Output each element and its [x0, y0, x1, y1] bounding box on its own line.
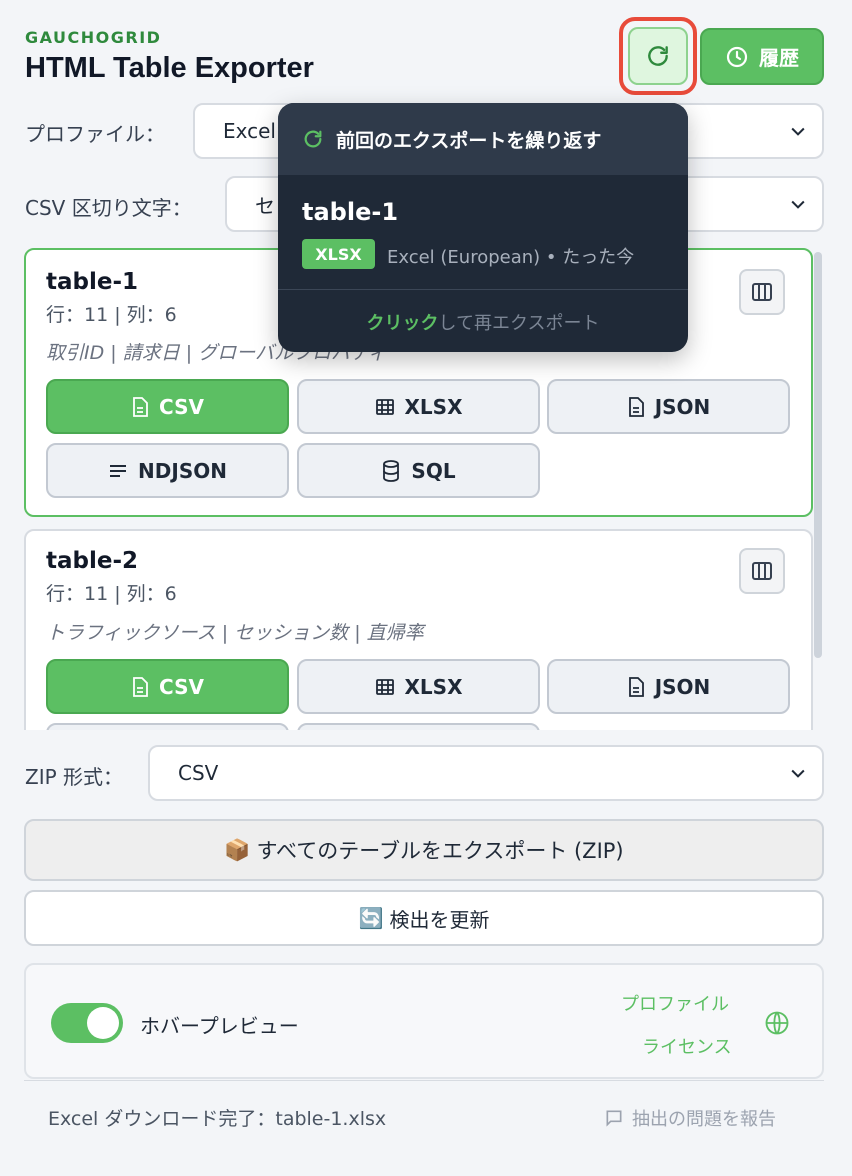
- export-json-button[interactable]: JSON: [547, 659, 790, 714]
- export-all-label: すべてのテーブルをエクスポート (ZIP): [256, 839, 624, 863]
- export-sql-button[interactable]: SQL: [297, 443, 540, 498]
- table-meta: 行：11 | 列：6: [46, 583, 177, 605]
- list-scrollbar[interactable]: [814, 252, 822, 658]
- format-badge: XLSX: [302, 239, 375, 269]
- file-icon: [133, 396, 148, 417]
- lines-icon: [110, 464, 127, 477]
- button-label: NDJSON: [138, 458, 227, 483]
- popover-meta: Excel (European) • たった今: [387, 247, 635, 268]
- profile-value: Excel: [223, 119, 276, 143]
- file-icon: [628, 676, 644, 697]
- profile-label: プロファイル：: [25, 122, 165, 146]
- report-issue-link[interactable]: 抽出の問題を報告: [604, 1105, 776, 1131]
- export-ndjson-button[interactable]: [46, 723, 289, 730]
- file-icon: [133, 676, 148, 697]
- table-name: table-1: [46, 269, 139, 295]
- refresh-icon: [648, 46, 668, 66]
- settings-footer: ホバープレビュー プロファイル ライセンス: [24, 963, 824, 1079]
- export-xlsx-button[interactable]: XLSX: [297, 659, 540, 714]
- refresh-detection-button[interactable]: 🔄 検出を更新: [24, 890, 824, 946]
- zip-format-select[interactable]: CSV: [148, 745, 824, 801]
- button-label: XLSX: [404, 674, 463, 699]
- columns-icon: [752, 283, 772, 301]
- popover-divider: [278, 289, 688, 290]
- export-csv-button[interactable]: CSV: [46, 659, 289, 714]
- button-label: JSON: [654, 394, 711, 419]
- hover-preview-label: ホバープレビュー: [140, 1014, 299, 1038]
- popover-title: 前回のエクスポートを繰り返す: [336, 129, 602, 152]
- popover-header: 前回のエクスポートを繰り返す: [278, 103, 688, 175]
- export-ndjson-button[interactable]: NDJSON: [46, 443, 289, 498]
- globe-icon[interactable]: [763, 1009, 791, 1037]
- app-title: HTML Table Exporter: [25, 52, 314, 84]
- table-columns: トラフィックソース | セッション数 | 直帰率: [46, 622, 424, 644]
- brand-label: GAUCHOGRID: [25, 28, 162, 47]
- button-label: CSV: [159, 674, 204, 699]
- button-label: XLSX: [404, 394, 463, 419]
- popover-hint: クリックして再エクスポート: [278, 309, 688, 335]
- file-icon: [628, 396, 644, 417]
- export-csv-button[interactable]: CSV: [46, 379, 289, 434]
- button-label: SQL: [411, 458, 456, 483]
- repeat-export-popover[interactable]: 前回のエクスポートを繰り返す table-1 XLSX Excel (Europ…: [278, 103, 688, 352]
- table-name: table-2: [46, 548, 139, 574]
- report-issue-label: 抽出の問題を報告: [632, 1109, 776, 1130]
- csv-delimiter-value: セ: [255, 193, 275, 218]
- clock-icon: [726, 46, 748, 67]
- export-xlsx-button[interactable]: XLSX: [297, 379, 540, 434]
- comment-icon: [606, 1110, 622, 1127]
- export-json-button[interactable]: JSON: [547, 379, 790, 434]
- repeat-export-button[interactable]: [628, 27, 688, 85]
- csv-delimiter-label: CSV 区切り文字：: [25, 196, 192, 220]
- zip-format-label: ZIP 形式：: [25, 765, 124, 789]
- table-card: table-2 行：11 | 列：6 トラフィックソース | セッション数 | …: [24, 529, 813, 730]
- history-button[interactable]: 履歴: [700, 28, 824, 85]
- table-grid-icon: [375, 398, 394, 415]
- table-grid-icon: [375, 678, 394, 695]
- refresh-emoji-icon: 🔄: [358, 906, 384, 930]
- chevron-down-icon: [791, 200, 805, 209]
- popover-hint-rest: して再エクスポート: [438, 313, 600, 334]
- hover-preview-toggle[interactable]: [51, 1003, 123, 1043]
- popover-hint-emphasis: クリック: [366, 313, 439, 334]
- zip-format-value: CSV: [178, 761, 219, 785]
- database-icon: [383, 459, 400, 482]
- export-sql-button[interactable]: [297, 723, 540, 730]
- history-label: 履歴: [759, 46, 799, 70]
- column-select-button[interactable]: [739, 269, 785, 315]
- status-text: Excel ダウンロード完了：table-1.xlsx: [48, 1108, 387, 1130]
- footer-divider: [24, 1080, 824, 1081]
- table-meta: 行：11 | 列：6: [46, 304, 177, 326]
- profile-link[interactable]: プロファイル: [621, 990, 729, 1016]
- license-link[interactable]: ライセンス: [642, 1033, 732, 1059]
- refresh-detection-label: 検出を更新: [389, 907, 490, 932]
- package-icon: 📦: [224, 837, 251, 862]
- popover-table-name: table-1: [302, 198, 399, 226]
- chevron-down-icon: [791, 769, 805, 778]
- button-label: CSV: [159, 394, 204, 419]
- column-select-button[interactable]: [739, 548, 785, 594]
- export-all-zip-button[interactable]: 📦 すべてのテーブルをエクスポート (ZIP): [24, 819, 824, 881]
- button-label: JSON: [654, 674, 711, 699]
- columns-icon: [752, 562, 772, 580]
- refresh-icon: [304, 130, 322, 148]
- chevron-down-icon: [791, 127, 805, 136]
